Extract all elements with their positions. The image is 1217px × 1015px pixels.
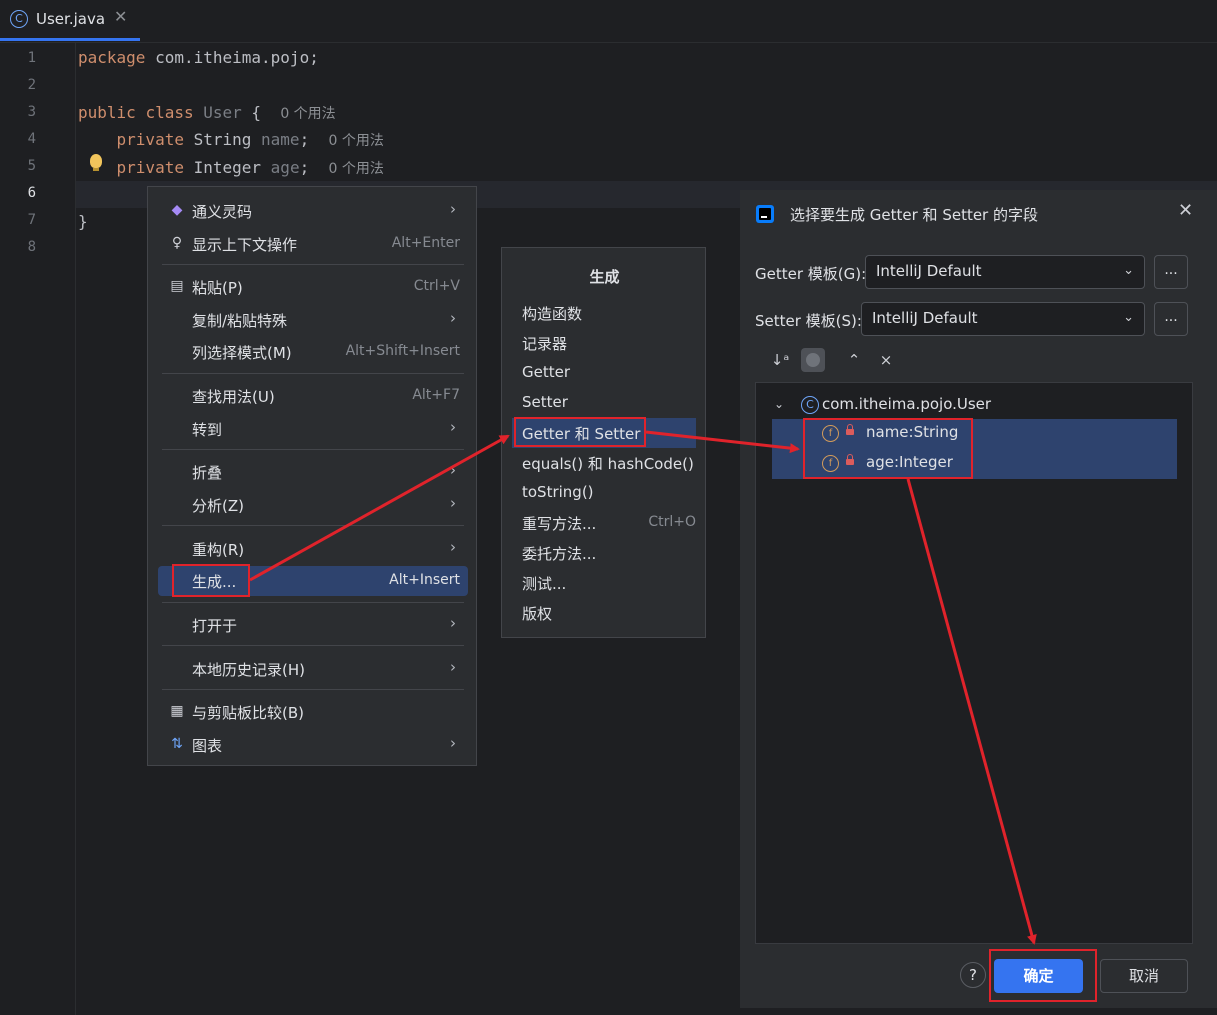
arrow-submenu-to-fields bbox=[645, 430, 800, 454]
arrow-generate-to-submenu bbox=[249, 434, 510, 582]
arrow-fields-to-ok bbox=[906, 478, 1037, 945]
annotation-arrows bbox=[249, 430, 1037, 945]
